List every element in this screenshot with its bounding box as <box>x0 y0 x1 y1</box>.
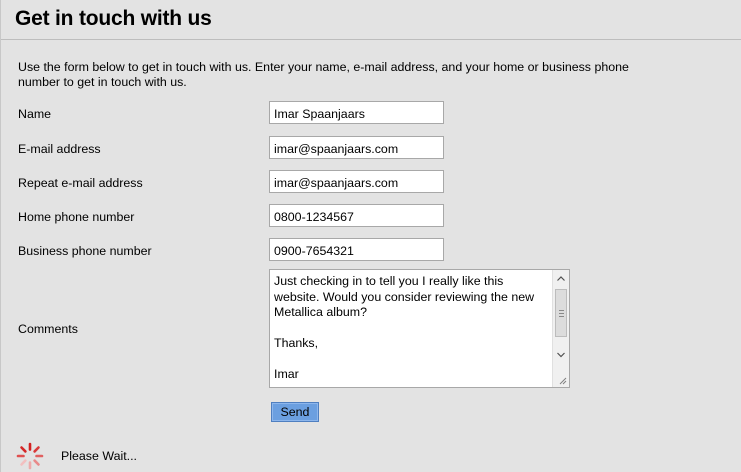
send-button[interactable]: Send <box>271 402 319 422</box>
comments-text[interactable]: Just checking in to tell you I really li… <box>274 274 544 383</box>
business-phone-label: Business phone number <box>18 244 152 258</box>
contact-form-panel: Get in touch with us Use the form below … <box>0 0 741 472</box>
repeat-email-input[interactable] <box>269 170 444 193</box>
scroll-thumb[interactable] <box>555 289 567 337</box>
comments-textarea[interactable]: Just checking in to tell you I really li… <box>269 269 570 388</box>
repeat-email-label: Repeat e-mail address <box>18 176 143 190</box>
name-input[interactable] <box>269 101 444 124</box>
page-title: Get in touch with us <box>15 7 212 30</box>
email-label: E-mail address <box>18 142 101 156</box>
name-label: Name <box>18 107 52 121</box>
scroll-down-arrow-icon[interactable] <box>553 346 569 363</box>
home-phone-label: Home phone number <box>18 210 135 224</box>
comments-scrollbar[interactable] <box>552 270 569 387</box>
please-wait-text: Please Wait... <box>61 449 137 463</box>
scroll-grip-icon <box>559 310 564 317</box>
loading-spinner-icon <box>16 442 44 470</box>
title-divider <box>1 39 741 40</box>
intro-line-2: number to get in touch with us. <box>18 75 187 89</box>
intro-text: Use the form below to get in touch with … <box>18 60 741 90</box>
intro-line-1: Use the form below to get in touch with … <box>18 60 629 74</box>
email-input[interactable] <box>269 136 444 159</box>
comments-label: Comments <box>18 322 78 336</box>
business-phone-input[interactable] <box>269 238 444 261</box>
home-phone-input[interactable] <box>269 204 444 227</box>
resize-grip-icon[interactable] <box>558 376 567 385</box>
scroll-up-arrow-icon[interactable] <box>553 270 569 287</box>
